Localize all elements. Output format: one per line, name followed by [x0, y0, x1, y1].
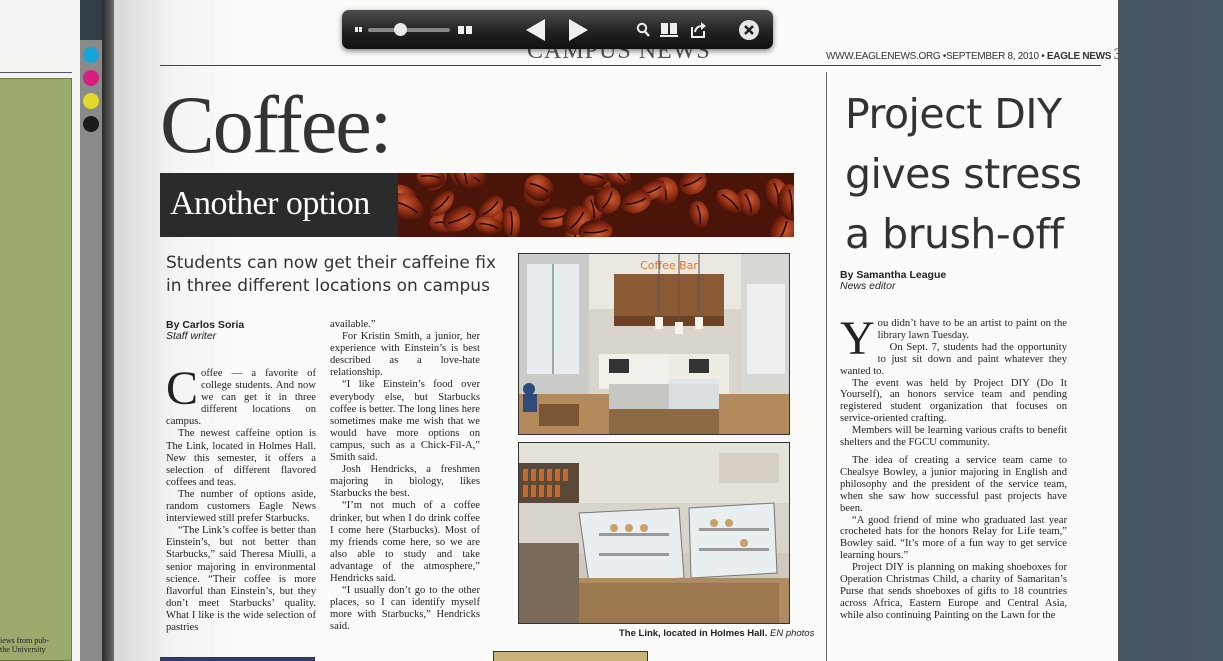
page-number: 3	[1113, 46, 1118, 63]
folio-paper-name: EAGLE NEWS	[1046, 51, 1112, 62]
zoom-slider-thumb[interactable]	[394, 23, 408, 36]
diy-p6: “A good friend of mine who graduated las…	[840, 514, 1067, 562]
coffee-byline: By Carlos Soria Staff writer	[166, 320, 244, 342]
registration-dot-black	[83, 116, 99, 132]
prev-page-icon[interactable]	[526, 19, 545, 41]
coffee-banner: Another option	[160, 173, 794, 237]
diy-p1: You didn’t have to be an artist to paint…	[840, 315, 1067, 363]
zoom-out-icon[interactable]	[355, 27, 362, 32]
coffee-col2-p4: Josh Hendricks, a freshmen majoring in b…	[330, 464, 480, 500]
viewer-toolbar	[342, 10, 773, 49]
coffee-col2-p3: “I like Einstein’s food over everybody e…	[330, 379, 480, 464]
next-page-icon[interactable]	[569, 19, 588, 41]
coffee-column-2: available.” For Kristin Smith, a junior,…	[330, 319, 480, 633]
column-rule	[826, 72, 827, 661]
diy-p1-text: ou didn’t have to be an artist to paint …	[877, 318, 1067, 341]
coffee-banner-text: Another option	[170, 185, 370, 222]
search-icon[interactable]	[636, 22, 650, 38]
newspaper-page: CAMPUS NEWS WWW.EAGLENEWS.ORG •SEPTEMBER…	[114, 0, 1118, 661]
photo-link-cafe-interior[interactable]: Coffee Bar	[518, 253, 790, 435]
coffee-column-1: Coffee — a favorite of college students.…	[166, 362, 316, 634]
coffee-headline: Coffee:	[160, 79, 392, 170]
page-gutter-shadow	[102, 0, 114, 661]
coffee-col1-p3: The number of options aside, random cust…	[166, 488, 316, 525]
previous-page-rule	[0, 72, 72, 73]
zoom-slider[interactable]	[368, 28, 450, 32]
diy-p5: The idea of creating a service team came…	[840, 454, 1067, 514]
photo-caption-credit: EN photos	[769, 628, 815, 639]
share-icon[interactable]	[689, 21, 707, 39]
coffee-deck: Students can now get their caffeine fix …	[166, 253, 497, 296]
coffee-col2-p5: “I’m not much of a coffee drinker, but w…	[330, 500, 480, 584]
previous-page[interactable]: iews from pub- the University	[0, 0, 80, 661]
coffee-col1-p2: The newest caffeine option is The Link, …	[166, 428, 316, 488]
gutter-strip	[80, 40, 102, 661]
diy-byline-role: News editor	[840, 280, 896, 292]
bottom-image-center	[493, 651, 648, 661]
coffee-col1-p4: “The Link’s coffee is better than Einste…	[166, 525, 316, 633]
coffee-byline-role: Staff writer	[166, 330, 217, 342]
diy-headline: Project DIY gives stress a brush-off	[845, 90, 1082, 258]
coffee-dropcap: C	[166, 362, 199, 415]
previous-page-green-box	[0, 78, 72, 661]
coffee-col2-p2: For Kristin Smith, a junior, her experie…	[330, 331, 480, 379]
diy-column: You didn’t have to be an artist to paint…	[840, 315, 1067, 622]
registration-dot-yellow	[83, 93, 99, 109]
registration-dot-magenta	[83, 70, 99, 86]
photo-caption-text: The Link, located in Holmes Hall.	[619, 628, 768, 639]
coffee-col2-p1: available.”	[330, 319, 376, 330]
coffee-bar-sign: Coffee Bar	[640, 259, 698, 272]
photo-link-pastry-case[interactable]	[518, 442, 790, 624]
zoom-in-icon[interactable]	[458, 26, 472, 34]
folio-url-date: WWW.EAGLENEWS.ORG •SEPTEMBER 8, 2010 •	[826, 51, 1045, 62]
diy-p4: Members will be learning various crafts …	[840, 425, 1067, 449]
diy-dropcap: Y	[840, 312, 875, 365]
close-icon[interactable]	[739, 20, 759, 40]
header-rule	[160, 65, 1101, 66]
photo-caption: The Link, located in Holmes Hall. EN pho…	[619, 628, 814, 639]
diy-p7: Project DIY is planning on making shoebo…	[840, 562, 1067, 621]
bottom-image-left	[160, 657, 315, 661]
diy-p3: The event was held by Project DIY (Do It…	[840, 377, 1067, 425]
page-folio: WWW.EAGLENEWS.ORG •SEPTEMBER 8, 2010 • E…	[826, 46, 1118, 64]
previous-page-text: iews from pub- the University	[0, 636, 49, 654]
thumbnails-icon[interactable]	[660, 22, 678, 38]
coffee-col2-p6: “I usually don’t go to the other places,…	[330, 585, 480, 633]
coffee-beans-image	[384, 173, 794, 237]
registration-dot-cyan	[83, 47, 99, 63]
diy-byline: By Samantha League News editor	[840, 270, 946, 292]
coffee-col1-p1: Coffee — a favorite of college students.…	[166, 362, 316, 428]
